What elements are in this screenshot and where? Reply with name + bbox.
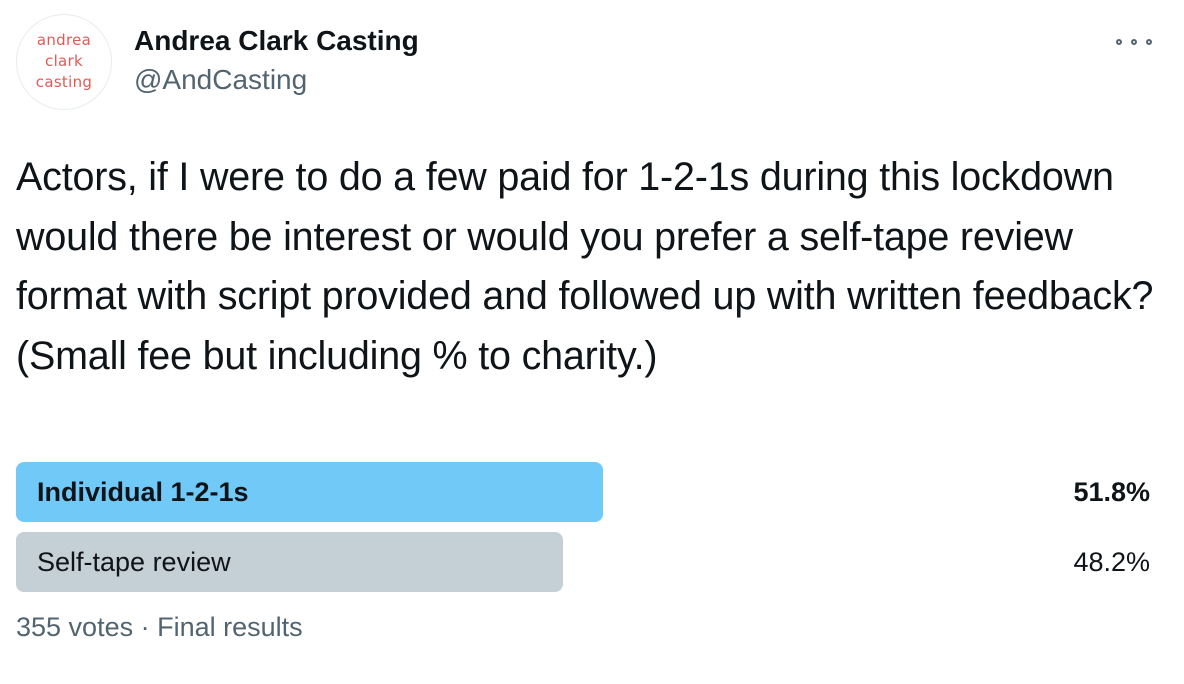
poll-status: Final results	[157, 612, 303, 642]
avatar-logo-text: andrea clark casting	[35, 30, 93, 91]
more-horizontal-icon	[1146, 39, 1152, 45]
poll-option-label: Self-tape review	[37, 547, 231, 577]
tweet-text: Actors, if I were to do a few paid for 1…	[16, 155, 1154, 378]
meta-separator: ·	[140, 612, 150, 642]
avatar[interactable]: andrea clark casting	[16, 14, 112, 110]
author-handle[interactable]: @AndCasting	[134, 64, 307, 96]
poll-option: Individual 1-2-1s 51.8%	[16, 462, 1150, 522]
poll-option-label: Individual 1-2-1s	[37, 477, 249, 507]
poll-option-percent: 51.8%	[1073, 477, 1150, 507]
more-horizontal-icon	[1131, 39, 1137, 45]
poll-vote-count: 355 votes	[16, 612, 134, 642]
poll-option-percent: 48.2%	[1073, 547, 1150, 577]
more-options-button[interactable]	[1116, 34, 1152, 50]
author-display-name[interactable]: Andrea Clark Casting	[134, 25, 419, 57]
poll-option: Self-tape review 48.2%	[16, 532, 1150, 592]
poll-meta: 355 votes · Final results	[16, 612, 303, 643]
tweet-card: andrea clark casting Andrea Clark Castin…	[0, 0, 1184, 684]
more-horizontal-icon	[1116, 39, 1122, 45]
